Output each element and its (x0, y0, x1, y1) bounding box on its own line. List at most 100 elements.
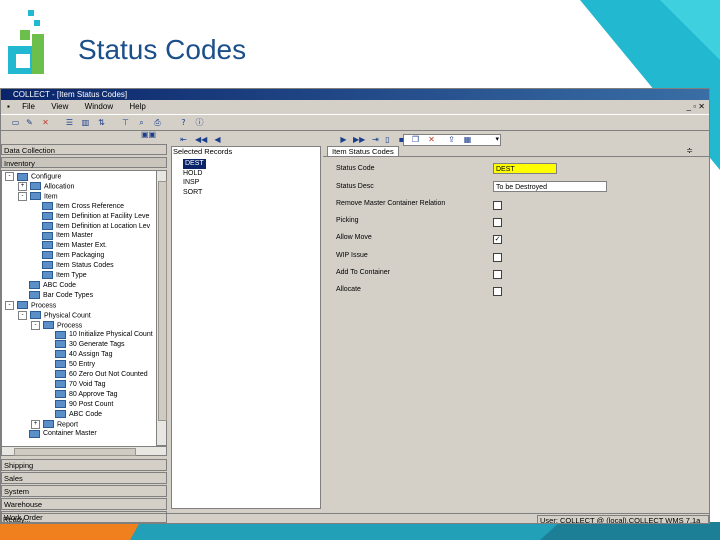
field-label: Picking (336, 217, 359, 224)
checkbox[interactable] (493, 218, 502, 227)
tree-item-label: Process (31, 302, 57, 310)
tree-item[interactable]: Item Master Ext. (31, 241, 107, 251)
folder-icon (29, 290, 40, 299)
collapse-icon[interactable]: - (18, 191, 27, 201)
edit-icon[interactable]: ✎ (25, 118, 34, 127)
inventory-section[interactable]: Inventory (1, 157, 167, 168)
tree-item[interactable]: - Item (18, 191, 58, 202)
status-code-input[interactable]: DEST (493, 163, 557, 174)
last-record-icon[interactable]: ⇥ (371, 135, 380, 144)
form-icon (55, 330, 66, 339)
record-item[interactable]: DEST (183, 159, 206, 169)
tree-item[interactable]: 80 Approve Tag (44, 389, 118, 400)
status-text: Ready... (3, 515, 31, 524)
first-record-icon[interactable]: ⇤ (179, 135, 188, 144)
columns-icon[interactable]: ▥ (81, 118, 90, 127)
tree-item[interactable]: + Report (31, 419, 78, 430)
tree-item-label: Process (57, 321, 83, 329)
checkbox[interactable] (493, 201, 502, 210)
tree-item[interactable]: ABC Code (18, 281, 76, 291)
checkbox[interactable] (493, 270, 502, 279)
image-icon[interactable]: ▦ (463, 135, 472, 144)
tree-item-label: Item Status Codes (56, 262, 114, 270)
form-icon (42, 241, 53, 250)
tree-vertical-scrollbar[interactable] (156, 170, 167, 446)
record-item[interactable]: HOLD (183, 169, 202, 179)
nav-warehouse[interactable]: Warehouse (1, 498, 167, 510)
app-window: COLLECT - [Item Status Codes] ▪ File Vie… (0, 88, 710, 524)
info-icon[interactable]: ⓘ (195, 118, 204, 127)
tree-item[interactable]: - Process (31, 320, 83, 331)
tree-item[interactable]: Item Cross Reference (31, 201, 124, 212)
menu-view[interactable]: View (51, 100, 68, 113)
tree-item[interactable]: Item Definition at Location Lev (31, 221, 150, 232)
tree-item-label: Item Definition at Facility Leve (56, 212, 150, 220)
grid-icon[interactable]: ☰ (65, 118, 74, 127)
tree-item[interactable]: 30 Generate Tags (44, 340, 125, 350)
tree-item[interactable]: 40 Assign Tag (44, 350, 112, 360)
collapse-icon[interactable]: - (31, 320, 40, 330)
status-desc-input[interactable]: To be Destroyed (493, 181, 607, 192)
save-icon[interactable]: ▪ (397, 135, 406, 144)
doc-new-icon[interactable]: ▯ (383, 135, 392, 144)
next-page-icon[interactable]: ▶▶ (353, 135, 365, 144)
form-icon (55, 350, 66, 359)
tree-item[interactable]: - Process (5, 300, 57, 311)
tree-item[interactable]: ABC Code (44, 409, 102, 420)
collapse-icon[interactable]: - (18, 310, 27, 320)
tree-item[interactable]: + Allocation (18, 181, 74, 192)
next-record-icon[interactable]: ▶ (339, 135, 348, 144)
tree-item[interactable]: - Physical Count (18, 310, 91, 321)
tree-item[interactable]: 50 Entry (44, 360, 95, 370)
collapse-icon[interactable]: - (5, 300, 14, 310)
copy-icon[interactable]: ❐ (411, 135, 420, 144)
expand-icon[interactable]: + (18, 181, 27, 191)
form-icon (55, 389, 66, 398)
cancel-icon[interactable]: ✕ (427, 135, 436, 144)
checkbox[interactable] (493, 287, 502, 296)
menu-help[interactable]: Help (129, 100, 145, 113)
menu-file[interactable]: File (22, 100, 35, 113)
checkbox[interactable]: ✓ (493, 235, 502, 244)
collapse-icon[interactable]: - (5, 172, 14, 181)
tree-item[interactable]: Item Type (31, 271, 87, 281)
export-icon[interactable]: ⇪ (447, 135, 456, 144)
print-icon[interactable]: ⎙ (153, 118, 162, 127)
sort-icon[interactable]: ⇅ (97, 118, 106, 127)
nav-system[interactable]: System (1, 485, 167, 497)
delete-icon[interactable]: ✕ (41, 118, 50, 127)
prev-page-icon[interactable]: ◀◀ (195, 135, 207, 144)
record-item[interactable]: SORT (183, 188, 202, 198)
search-icon[interactable]: ⌕ (137, 118, 146, 127)
checkbox[interactable] (493, 253, 502, 262)
tree-item[interactable]: 90 Post Count (44, 399, 113, 410)
prev-record-icon[interactable]: ◀ (213, 135, 222, 144)
nav-sales[interactable]: Sales (1, 472, 167, 484)
pane-toggle-icon[interactable]: ▣▣ (141, 130, 156, 139)
tree-item[interactable]: Item Packaging (31, 251, 104, 261)
menu-window[interactable]: Window (85, 100, 113, 113)
form-icon (42, 211, 53, 220)
expand-icon[interactable]: + (31, 419, 40, 429)
tree-item[interactable]: Container Master (18, 429, 97, 439)
record-item[interactable]: INSP (183, 178, 199, 188)
field-label: WIP Issue (336, 252, 368, 259)
pin-icon[interactable]: ≑ (686, 146, 693, 155)
folder-icon (17, 301, 28, 310)
help-icon[interactable]: ? (179, 118, 188, 127)
tree-item[interactable]: - Configure (5, 172, 61, 182)
filter-icon[interactable]: ⊤ (121, 118, 130, 127)
tree-item-label: Configure (31, 173, 62, 181)
tree-item[interactable]: 70 Void Tag (44, 380, 105, 390)
nav-shipping[interactable]: Shipping (1, 459, 167, 471)
tree-item[interactable]: Item Status Codes (31, 261, 114, 271)
tree-item[interactable]: 60 Zero Out Not Counted (44, 370, 148, 380)
tree-item[interactable]: Item Master (31, 231, 93, 241)
tree-horizontal-scrollbar[interactable] (1, 446, 167, 456)
tree-item-label: ABC Code (43, 281, 77, 289)
new-icon[interactable]: ▭ (11, 118, 20, 127)
tree-item[interactable]: Bar Code Types (18, 290, 93, 301)
field-label: Allocate (336, 286, 361, 293)
tree-item[interactable]: Item Definition at Facility Leve (31, 211, 150, 222)
tree-item[interactable]: 10 Initialize Physical Count (44, 330, 153, 340)
